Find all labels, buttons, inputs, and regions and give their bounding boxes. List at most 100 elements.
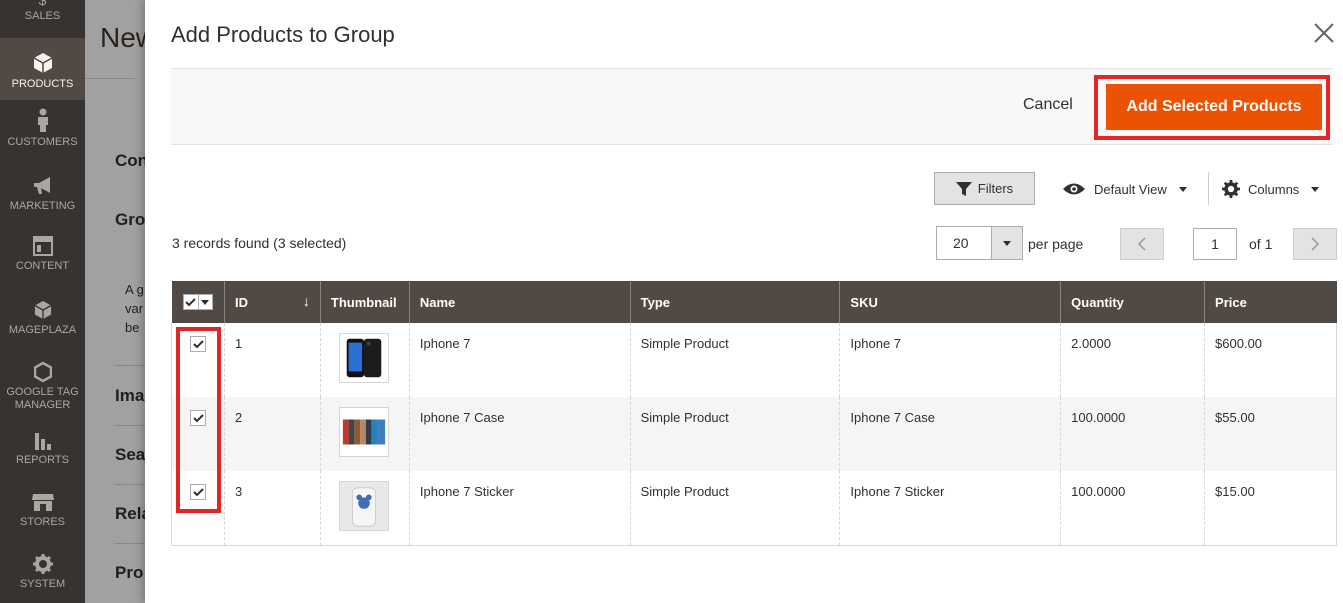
column-header-type[interactable]: Type — [629, 281, 840, 323]
per-page-select[interactable]: 20 — [936, 226, 1023, 260]
page-total: of 1 — [1249, 236, 1273, 252]
modal-action-bar: Cancel Add Selected Products — [171, 68, 1333, 145]
modal-overlay[interactable] — [85, 0, 145, 603]
sku-cell: Iphone 7 — [839, 323, 1061, 397]
sidebar-item-label: Stores — [19, 516, 66, 528]
caret-down-icon — [1003, 240, 1011, 246]
check-icon — [185, 297, 196, 306]
per-page-label: per page — [1028, 236, 1084, 252]
hexagon-icon — [33, 362, 52, 382]
chevron-right-icon — [1311, 237, 1320, 251]
cube-icon — [33, 53, 52, 73]
gear-icon — [1222, 180, 1240, 198]
funnel-icon — [955, 181, 972, 196]
grid-header-row: ID ↓ Thumbnail Name Type SKU Quantity Pri… — [171, 281, 1337, 323]
thumbnail-cell — [319, 397, 410, 471]
person-icon — [37, 108, 48, 132]
sidebar-item-label: Customers — [7, 136, 78, 148]
price-cell: $55.00 — [1204, 397, 1337, 471]
table-row[interactable]: 1 Iphone 7 Simple Product Iphone 7 2.000… — [171, 323, 1337, 397]
sidebar-item-products[interactable]: Products — [0, 38, 85, 100]
dollar-icon: $ — [0, 0, 85, 6]
eye-icon — [1063, 183, 1085, 195]
sidebar-item-label: Reports — [16, 454, 69, 466]
column-header-label: Quantity — [1071, 294, 1124, 310]
select-all-checkbox[interactable] — [182, 294, 199, 310]
caret-down-icon — [1311, 186, 1320, 192]
column-header-label: Thumbnail — [330, 294, 397, 310]
megaphone-icon — [33, 177, 50, 194]
sku-cell: Iphone 7 Sticker — [839, 471, 1061, 546]
column-header-sku[interactable]: SKU — [839, 281, 1061, 323]
chevron-left-icon — [1137, 237, 1146, 251]
column-header-label: Type — [640, 294, 671, 310]
type-cell: Simple Product — [629, 397, 840, 471]
name-cell: Iphone 7 Case — [408, 397, 631, 471]
sort-down-icon: ↓ — [302, 293, 310, 309]
caret-down-icon — [1178, 186, 1187, 192]
price-cell: $15.00 — [1204, 471, 1337, 546]
columns-dropdown[interactable]: Columns — [1222, 178, 1320, 200]
column-header-id[interactable]: ID ↓ — [223, 281, 321, 323]
sidebar-item-label: Sales — [24, 10, 61, 22]
id-cell: 1 — [223, 323, 321, 397]
sidebar-item-label: Content — [15, 260, 70, 272]
table-row[interactable]: 2 Iphone 7 Case Simple Product Iphone 7 … — [171, 397, 1337, 471]
next-page-button[interactable] — [1293, 228, 1337, 260]
modal-title: Add Products to Group — [171, 22, 395, 47]
add-selected-products-button[interactable]: Add Selected Products — [1106, 84, 1322, 130]
mass-action-dropdown[interactable] — [198, 294, 213, 310]
id-cell: 2 — [223, 397, 321, 471]
sidebar-item-customers[interactable]: Customers — [0, 108, 85, 168]
column-header-quantity[interactable]: Quantity — [1060, 281, 1205, 323]
default-view-dropdown[interactable]: Default View — [1062, 178, 1187, 200]
sidebar-item-label: Google Tag — [6, 386, 79, 398]
type-cell: Simple Product — [629, 471, 840, 546]
cancel-button[interactable]: Cancel — [1023, 96, 1073, 114]
gear-icon — [32, 554, 53, 574]
sku-cell: Iphone 7 Case — [839, 397, 1061, 471]
column-header-thumbnail[interactable]: Thumbnail — [319, 281, 410, 323]
sidebar-item-mageplaza[interactable]: Mageplaza — [0, 300, 85, 360]
page-number-input[interactable]: 1 — [1193, 228, 1237, 260]
thumbnail-cell — [319, 323, 410, 397]
cube-icon — [34, 301, 51, 319]
column-header-price[interactable]: Price — [1204, 281, 1337, 323]
close-button[interactable] — [1311, 20, 1337, 46]
layout-icon — [32, 236, 53, 256]
column-header-name[interactable]: Name — [408, 281, 631, 323]
column-header-label: Price — [1215, 294, 1247, 310]
filters-button[interactable]: Filters — [934, 172, 1035, 205]
sidebar-item-label: Products — [11, 78, 74, 90]
sidebar-item-reports[interactable]: Reports — [0, 430, 85, 490]
id-cell: 3 — [223, 471, 321, 546]
previous-page-button[interactable] — [1120, 228, 1164, 260]
sidebar-item-stores[interactable]: Stores — [0, 492, 85, 552]
sidebar-item-content[interactable]: Content — [0, 236, 85, 296]
product-thumbnail — [338, 481, 389, 531]
bar-chart-icon — [34, 433, 51, 450]
sidebar-item-system[interactable]: System — [0, 554, 85, 603]
sidebar-item-google-tag-manager[interactable]: Google Tag Manager — [0, 362, 85, 422]
toolbar-divider — [1208, 172, 1209, 205]
sidebar-item-label: Mageplaza — [8, 324, 77, 336]
mass-select-header[interactable] — [171, 281, 225, 323]
column-header-label: ID — [234, 294, 248, 310]
sidebar-item-label: Marketing — [9, 200, 76, 212]
quantity-cell: 2.0000 — [1060, 323, 1205, 397]
columns-label: Columns — [1248, 181, 1300, 197]
sidebar-item-marketing[interactable]: Marketing — [0, 176, 85, 236]
column-header-label: SKU — [850, 294, 878, 310]
name-cell: Iphone 7 — [408, 323, 631, 397]
quantity-cell: 100.0000 — [1060, 397, 1205, 471]
table-row[interactable]: 3 Iphone 7 Sticker Simple Product Iphone… — [171, 471, 1337, 546]
quantity-cell: 100.0000 — [1060, 471, 1205, 546]
products-grid: ID ↓ Thumbnail Name Type SKU Quantity Pri… — [171, 281, 1337, 546]
per-page-toggle[interactable] — [991, 227, 1022, 259]
sidebar-item-label: System — [19, 578, 66, 590]
price-cell: $600.00 — [1204, 323, 1337, 397]
sidebar-item-sales[interactable]: $ Sales — [0, 0, 85, 38]
sidebar-item-label: Manager — [14, 399, 71, 411]
column-header-label: Name — [419, 294, 456, 310]
name-cell: Iphone 7 Sticker — [408, 471, 631, 546]
